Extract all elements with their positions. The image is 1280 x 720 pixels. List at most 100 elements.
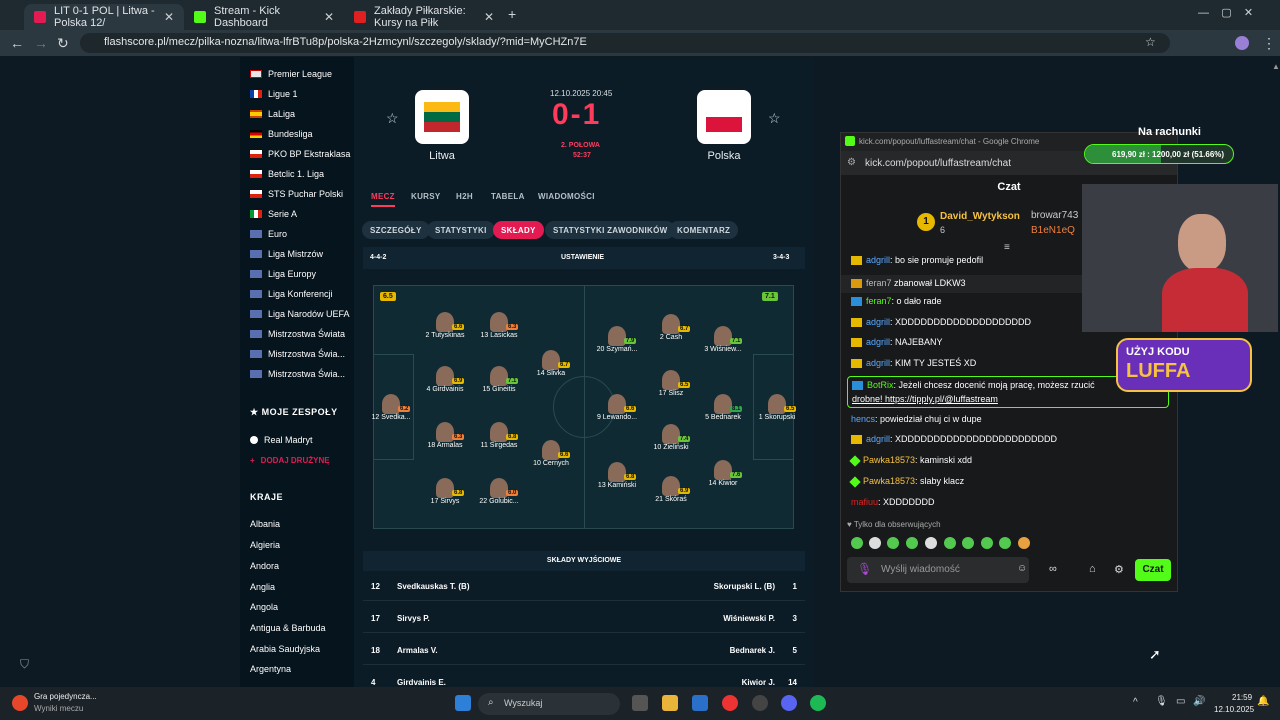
tab-wiadomosci[interactable]: WIADOMOŚCI [538, 192, 595, 201]
sidebar-league[interactable]: Liga Konferencji [250, 289, 333, 299]
clock-date[interactable]: 12.10.2025 [1214, 705, 1254, 714]
spotify-icon[interactable] [810, 695, 826, 711]
player[interactable]: 6.6 2 Tutyskinas [418, 312, 472, 339]
emote-icon[interactable] [962, 537, 974, 549]
player[interactable]: 6.9 21 Skóraś [644, 476, 698, 503]
taskbar-search[interactable]: ⌕ Wyszukaj [478, 693, 620, 715]
chat-user[interactable]: adgrill [866, 337, 890, 347]
message-input[interactable]: 🎙 Wyślij wiadomość ☺ [847, 557, 1029, 583]
player[interactable]: 7.1 15 Gineitis [472, 366, 526, 393]
steam-icon[interactable] [752, 695, 768, 711]
country-item[interactable]: Argentyna [250, 664, 291, 674]
sidebar-league[interactable]: PKO BP Ekstraklasa [250, 149, 350, 159]
shield-icon[interactable]: ⛉ [20, 657, 29, 672]
sidebar-league[interactable]: Bundesliga [250, 129, 313, 139]
window-controls[interactable]: — ▢ ✕ [1198, 6, 1253, 19]
microphone-icon[interactable]: 🎙 [1155, 696, 1168, 707]
chat-link[interactable]: drobne! https://tipply.pl/@luffastream [852, 394, 998, 404]
pin-icon[interactable]: ≡ [1004, 242, 1010, 253]
microphone-icon[interactable]: 🎙 [857, 562, 872, 576]
store-icon[interactable]: ⌂ [1089, 563, 1096, 575]
player[interactable]: 6.5 1 Skorupski [750, 394, 804, 421]
menu-icon[interactable]: ⋮ [1262, 35, 1276, 52]
store-icon[interactable] [692, 695, 708, 711]
task-view-icon[interactable] [632, 695, 648, 711]
player[interactable]: 8.1 5 Bednarek [696, 394, 750, 421]
sidebar-league[interactable]: Mistrzostwa Świata [250, 329, 345, 339]
add-team-button[interactable]: + DODAJ DRUŻYNĘ [250, 456, 330, 465]
sidebar-league[interactable]: Liga Narodów UEFA [250, 309, 350, 319]
emote-icon[interactable] [851, 537, 863, 549]
chat-user[interactable]: feran7 [866, 278, 892, 288]
home-team-name[interactable]: Litwa [415, 150, 469, 162]
country-item[interactable]: Andora [250, 561, 279, 571]
country-item[interactable]: Algieria [250, 540, 280, 550]
volume-icon[interactable]: 🔊 [1193, 696, 1205, 707]
player[interactable]: 6.6 9 Lewando... [590, 394, 644, 421]
player[interactable]: 6.3 13 Lasickas [472, 312, 526, 339]
country-item[interactable]: Arabia Saudyjska [250, 644, 320, 654]
tab-mecz[interactable]: MECZ [371, 192, 395, 207]
tab-h2h[interactable]: H2H [456, 192, 473, 201]
subtab-statystyki[interactable]: STATYSTYKI [427, 221, 495, 239]
emote-icon[interactable] [906, 537, 918, 549]
player[interactable]: 6.0 22 Golubic... [472, 478, 526, 505]
subtab-statystyki-zawodnikow[interactable]: STATYSTYKI ZAWODNIKÓW [545, 221, 676, 239]
player[interactable]: 6.5 17 Slisz [644, 370, 698, 397]
subtab-komentarz[interactable]: KOMENTARZ [669, 221, 739, 239]
tab-zaklady[interactable]: Zakłady Piłkarskie: Kursy na Piłk ✕ [344, 4, 504, 30]
player[interactable]: 6.7 14 Slivka [524, 350, 578, 377]
away-team-name[interactable]: Polska [697, 150, 751, 162]
top-gifter-2[interactable]: browar743 [1031, 210, 1078, 221]
top-gifter[interactable]: David_Wytykson [940, 211, 1020, 222]
scrollbar[interactable]: ▲ [1272, 62, 1280, 71]
tab-flashscore[interactable]: LIT 0-1 POL | Litwa - Polska 12/ ✕ [24, 4, 184, 30]
my-team-item[interactable]: Real Madryt [250, 435, 313, 445]
favorite-star-icon[interactable]: ☆ [386, 110, 399, 127]
forward-icon[interactable]: → [34, 35, 48, 51]
close-icon[interactable]: ✕ [164, 10, 174, 24]
table-row[interactable]: 17 Sirvys P. Wiśniewski P. 3 [363, 603, 805, 633]
player[interactable]: 6.9 4 Girdvainis [418, 366, 472, 393]
profile-avatar[interactable] [1235, 36, 1249, 50]
emote-icon[interactable] [944, 537, 956, 549]
chat-user[interactable]: mafiuu [851, 497, 878, 507]
reload-icon[interactable]: ↻ [57, 35, 69, 52]
chat-user[interactable]: adgrill [866, 317, 890, 327]
tray-chevron-icon[interactable]: ^ [1133, 697, 1138, 708]
settings-icon[interactable]: ⚙ [1114, 563, 1124, 576]
emote-icon[interactable] [981, 537, 993, 549]
country-item[interactable]: Anglia [250, 582, 275, 592]
emote-icon[interactable] [887, 537, 899, 549]
chat-user[interactable]: adgrill [866, 434, 890, 444]
sidebar-league[interactable]: Betclic 1. Liga [250, 169, 324, 179]
chat-user[interactable]: hencs [851, 414, 875, 424]
country-item[interactable]: Antigua & Barbuda [250, 623, 326, 633]
sidebar-league[interactable]: LaLiga [250, 109, 295, 119]
tab-tabela[interactable]: TABELA [491, 192, 525, 201]
discord-icon[interactable] [781, 695, 797, 711]
player[interactable]: 6.8 17 Sirvys [418, 478, 472, 505]
top-gifter-3[interactable]: B1eN1eQ [1031, 225, 1075, 236]
sidebar-league[interactable]: Mistrzostwa Świa... [250, 349, 345, 359]
notification-icon[interactable]: 🔔 [1257, 696, 1269, 707]
country-item[interactable]: Albania [250, 519, 280, 529]
table-row[interactable]: 12 Svedkauskas T. (B) Skorupski L. (B) 1 [363, 571, 805, 601]
emote-icon[interactable] [925, 537, 937, 549]
country-item[interactable]: Angola [250, 602, 278, 612]
points-icon[interactable]: ∞ [1049, 563, 1057, 575]
chat-user[interactable]: Pawka18573 [863, 476, 915, 486]
favorite-star-icon[interactable]: ☆ [768, 110, 781, 127]
emote-icon[interactable] [1018, 537, 1030, 549]
chat-user[interactable]: Pawka18573 [863, 455, 915, 465]
subtab-szczegoly[interactable]: SZCZEGÓŁY [362, 221, 430, 239]
chrome-icon[interactable] [722, 695, 738, 711]
tune-icon[interactable]: ⚙ [847, 157, 856, 168]
sidebar-league[interactable]: STS Puchar Polski [250, 189, 343, 199]
send-chat-button[interactable]: Czat [1135, 559, 1171, 581]
player[interactable]: 7.1 3 Wiśniew... [696, 326, 750, 353]
new-tab-icon[interactable]: + [508, 6, 516, 22]
chat-user[interactable]: feran7 [866, 296, 892, 306]
player[interactable]: 6.6 10 Cernych [524, 440, 578, 467]
sidebar-league[interactable]: Euro [250, 229, 287, 239]
